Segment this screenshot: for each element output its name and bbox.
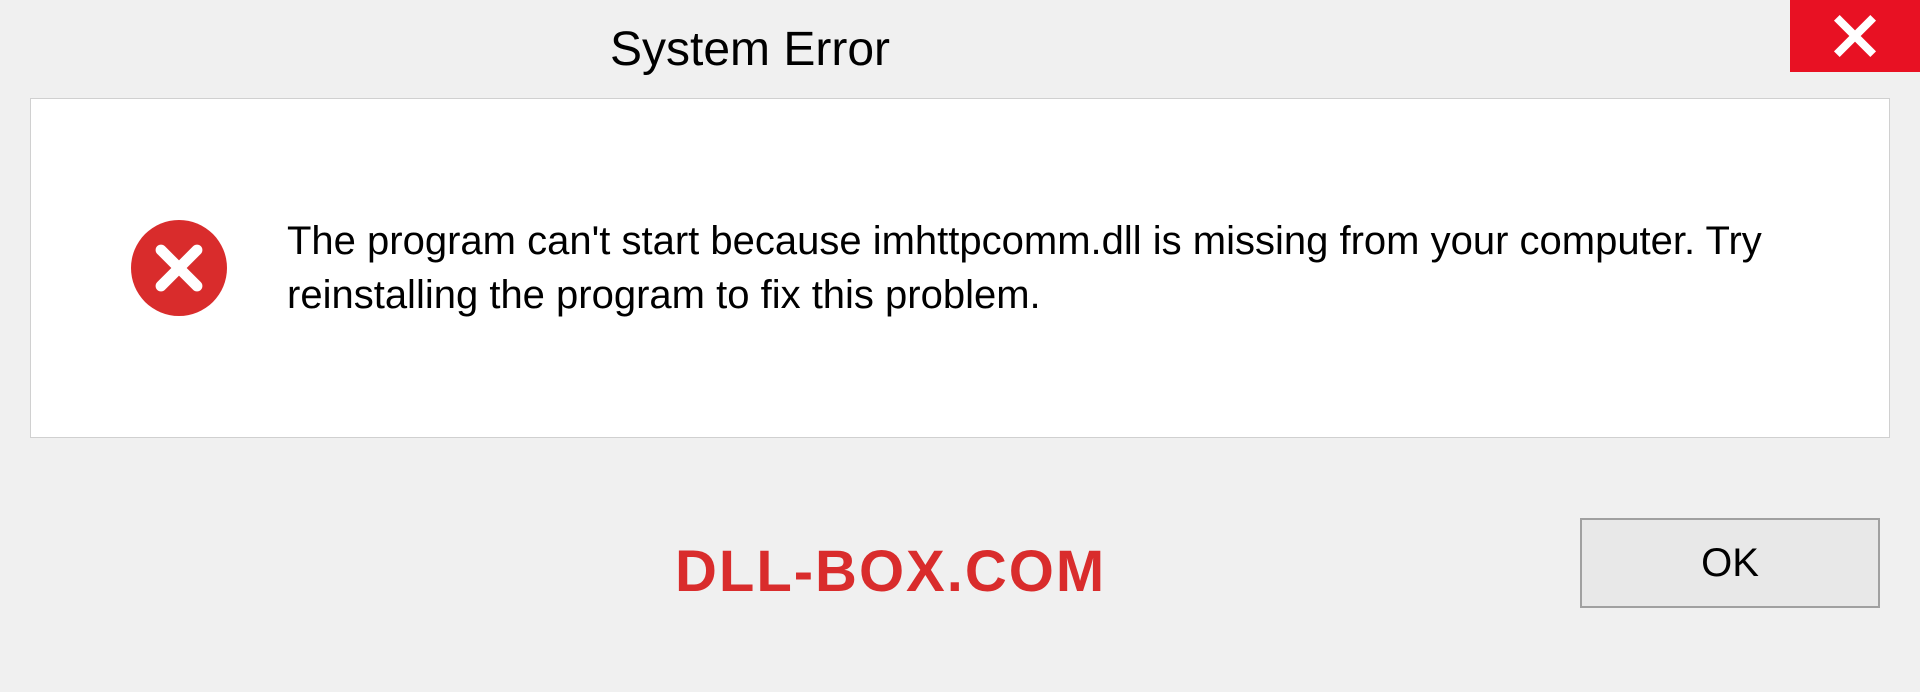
content-area: The program can't start because imhttpco… <box>30 98 1890 438</box>
footer-area: DLL-BOX.COM OK <box>0 438 1920 692</box>
error-icon <box>131 220 227 316</box>
ok-button[interactable]: OK <box>1580 518 1880 608</box>
system-error-dialog: System Error The program can't start bec… <box>0 0 1920 692</box>
error-message: The program can't start because imhttpco… <box>287 214 1767 322</box>
ok-button-label: OK <box>1701 541 1759 586</box>
close-button[interactable] <box>1790 0 1920 72</box>
watermark-text: DLL-BOX.COM <box>675 538 1106 605</box>
close-icon <box>1832 13 1878 59</box>
titlebar: System Error <box>0 0 1920 98</box>
dialog-title: System Error <box>610 22 890 77</box>
